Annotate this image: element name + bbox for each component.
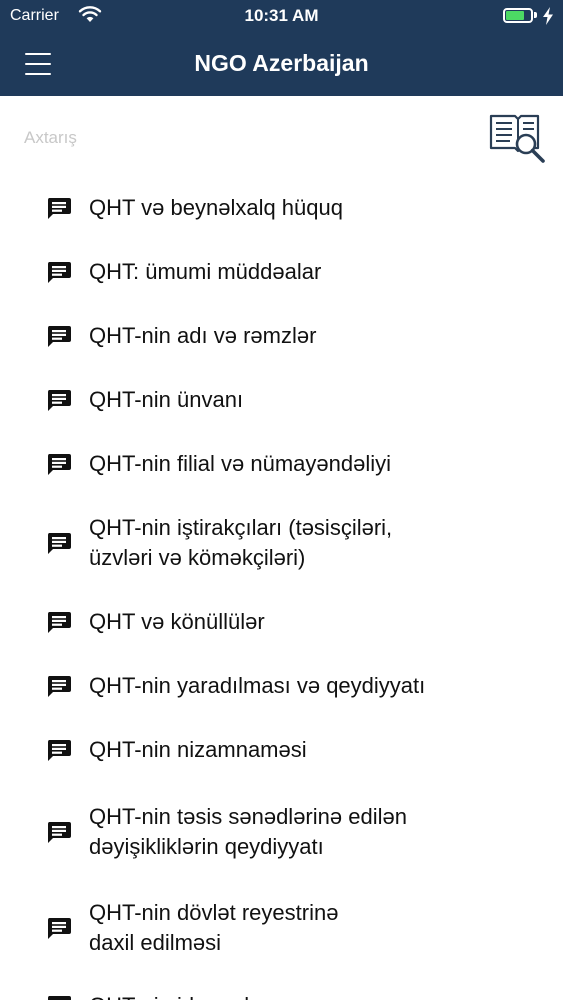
topic-label: QHT-nin ünvanı xyxy=(89,387,244,412)
status-bar: Carrier 10:31 AM xyxy=(0,0,563,32)
message-icon xyxy=(46,738,76,762)
topic-label: QHT-nin adı və rəmzlər xyxy=(89,323,317,348)
topic-list: QHT və beynəlxalq hüquq QHT: ümumi müddəa… xyxy=(0,176,563,1000)
message-icon xyxy=(46,452,76,476)
topic-label: QHT-nin nizamnaməsi xyxy=(89,737,307,762)
topic-label: QHT-nin iştirakçıları (təsisçiləri, üzvl… xyxy=(89,515,393,570)
topic-item[interactable]: QHT-nin filial və nümayəndəliyi xyxy=(0,432,563,496)
topic-item[interactable]: QHT və beynəlxalq hüquq xyxy=(0,176,563,240)
topic-item[interactable]: QHT və könüllülər xyxy=(0,590,563,654)
topic-label: QHT və beynəlxalq hüquq xyxy=(89,195,343,220)
hamburger-line xyxy=(25,63,51,65)
topic-item[interactable]: QHT-nin nizamnaməsi xyxy=(0,718,563,782)
page-title: NGO Azerbaijan xyxy=(194,50,369,76)
hamburger-line xyxy=(25,53,51,55)
message-icon xyxy=(46,324,76,348)
topic-label: QHT-nin idarə olunması xyxy=(89,991,321,1000)
message-icon xyxy=(46,916,76,940)
topic-item[interactable]: QHT-nin iştirakçıları (təsisçiləri, üzvl… xyxy=(0,496,563,590)
topic-label: QHT: ümumi müddəalar xyxy=(89,259,322,284)
message-icon xyxy=(46,260,76,284)
topic-item[interactable]: QHT: ümumi müddəalar xyxy=(0,240,563,304)
book-search-icon xyxy=(489,114,545,163)
message-icon xyxy=(46,196,76,220)
topic-label: QHT-nin yaradılması və qeydiyyatı xyxy=(89,673,426,698)
hamburger-line xyxy=(25,73,51,75)
message-icon xyxy=(46,820,76,844)
topic-label: QHT-nin dövlət reyestrinə daxil edilməsi xyxy=(89,900,339,955)
battery-tip xyxy=(534,12,537,18)
status-time: 10:31 AM xyxy=(244,6,319,25)
message-icon xyxy=(46,531,76,555)
battery-icon xyxy=(503,8,533,23)
topic-label: QHT-nin təsis sənədlərinə edilən dəyişik… xyxy=(89,804,407,859)
topic-label: QHT-nin filial və nümayəndəliyi xyxy=(89,451,392,476)
battery-level xyxy=(506,11,524,20)
topic-item[interactable]: QHT-nin dövlət reyestrinə daxil edilməsi xyxy=(0,882,563,974)
message-icon xyxy=(46,674,76,698)
topic-item[interactable]: QHT-nin adı və rəmzlər xyxy=(0,304,563,368)
search-input[interactable] xyxy=(12,118,462,158)
topic-item[interactable]: QHT-nin ünvanı xyxy=(0,368,563,432)
hamburger-menu-button[interactable] xyxy=(20,50,56,78)
topic-label: QHT və könüllülər xyxy=(89,609,265,634)
topic-item[interactable]: QHT-nin idarə olunması xyxy=(0,974,563,1000)
message-icon xyxy=(46,994,76,1000)
app-header: Carrier 10:31 AM NGO Azerbaijan xyxy=(0,0,563,96)
topic-item[interactable]: QHT-nin yaradılması və qeydiyyatı xyxy=(0,654,563,718)
charging-bolt-icon xyxy=(543,7,553,25)
message-icon xyxy=(46,388,76,412)
message-icon xyxy=(46,610,76,634)
search-button[interactable] xyxy=(488,110,548,166)
topic-item[interactable]: QHT-nin təsis sənədlərinə edilən dəyişik… xyxy=(0,782,563,882)
